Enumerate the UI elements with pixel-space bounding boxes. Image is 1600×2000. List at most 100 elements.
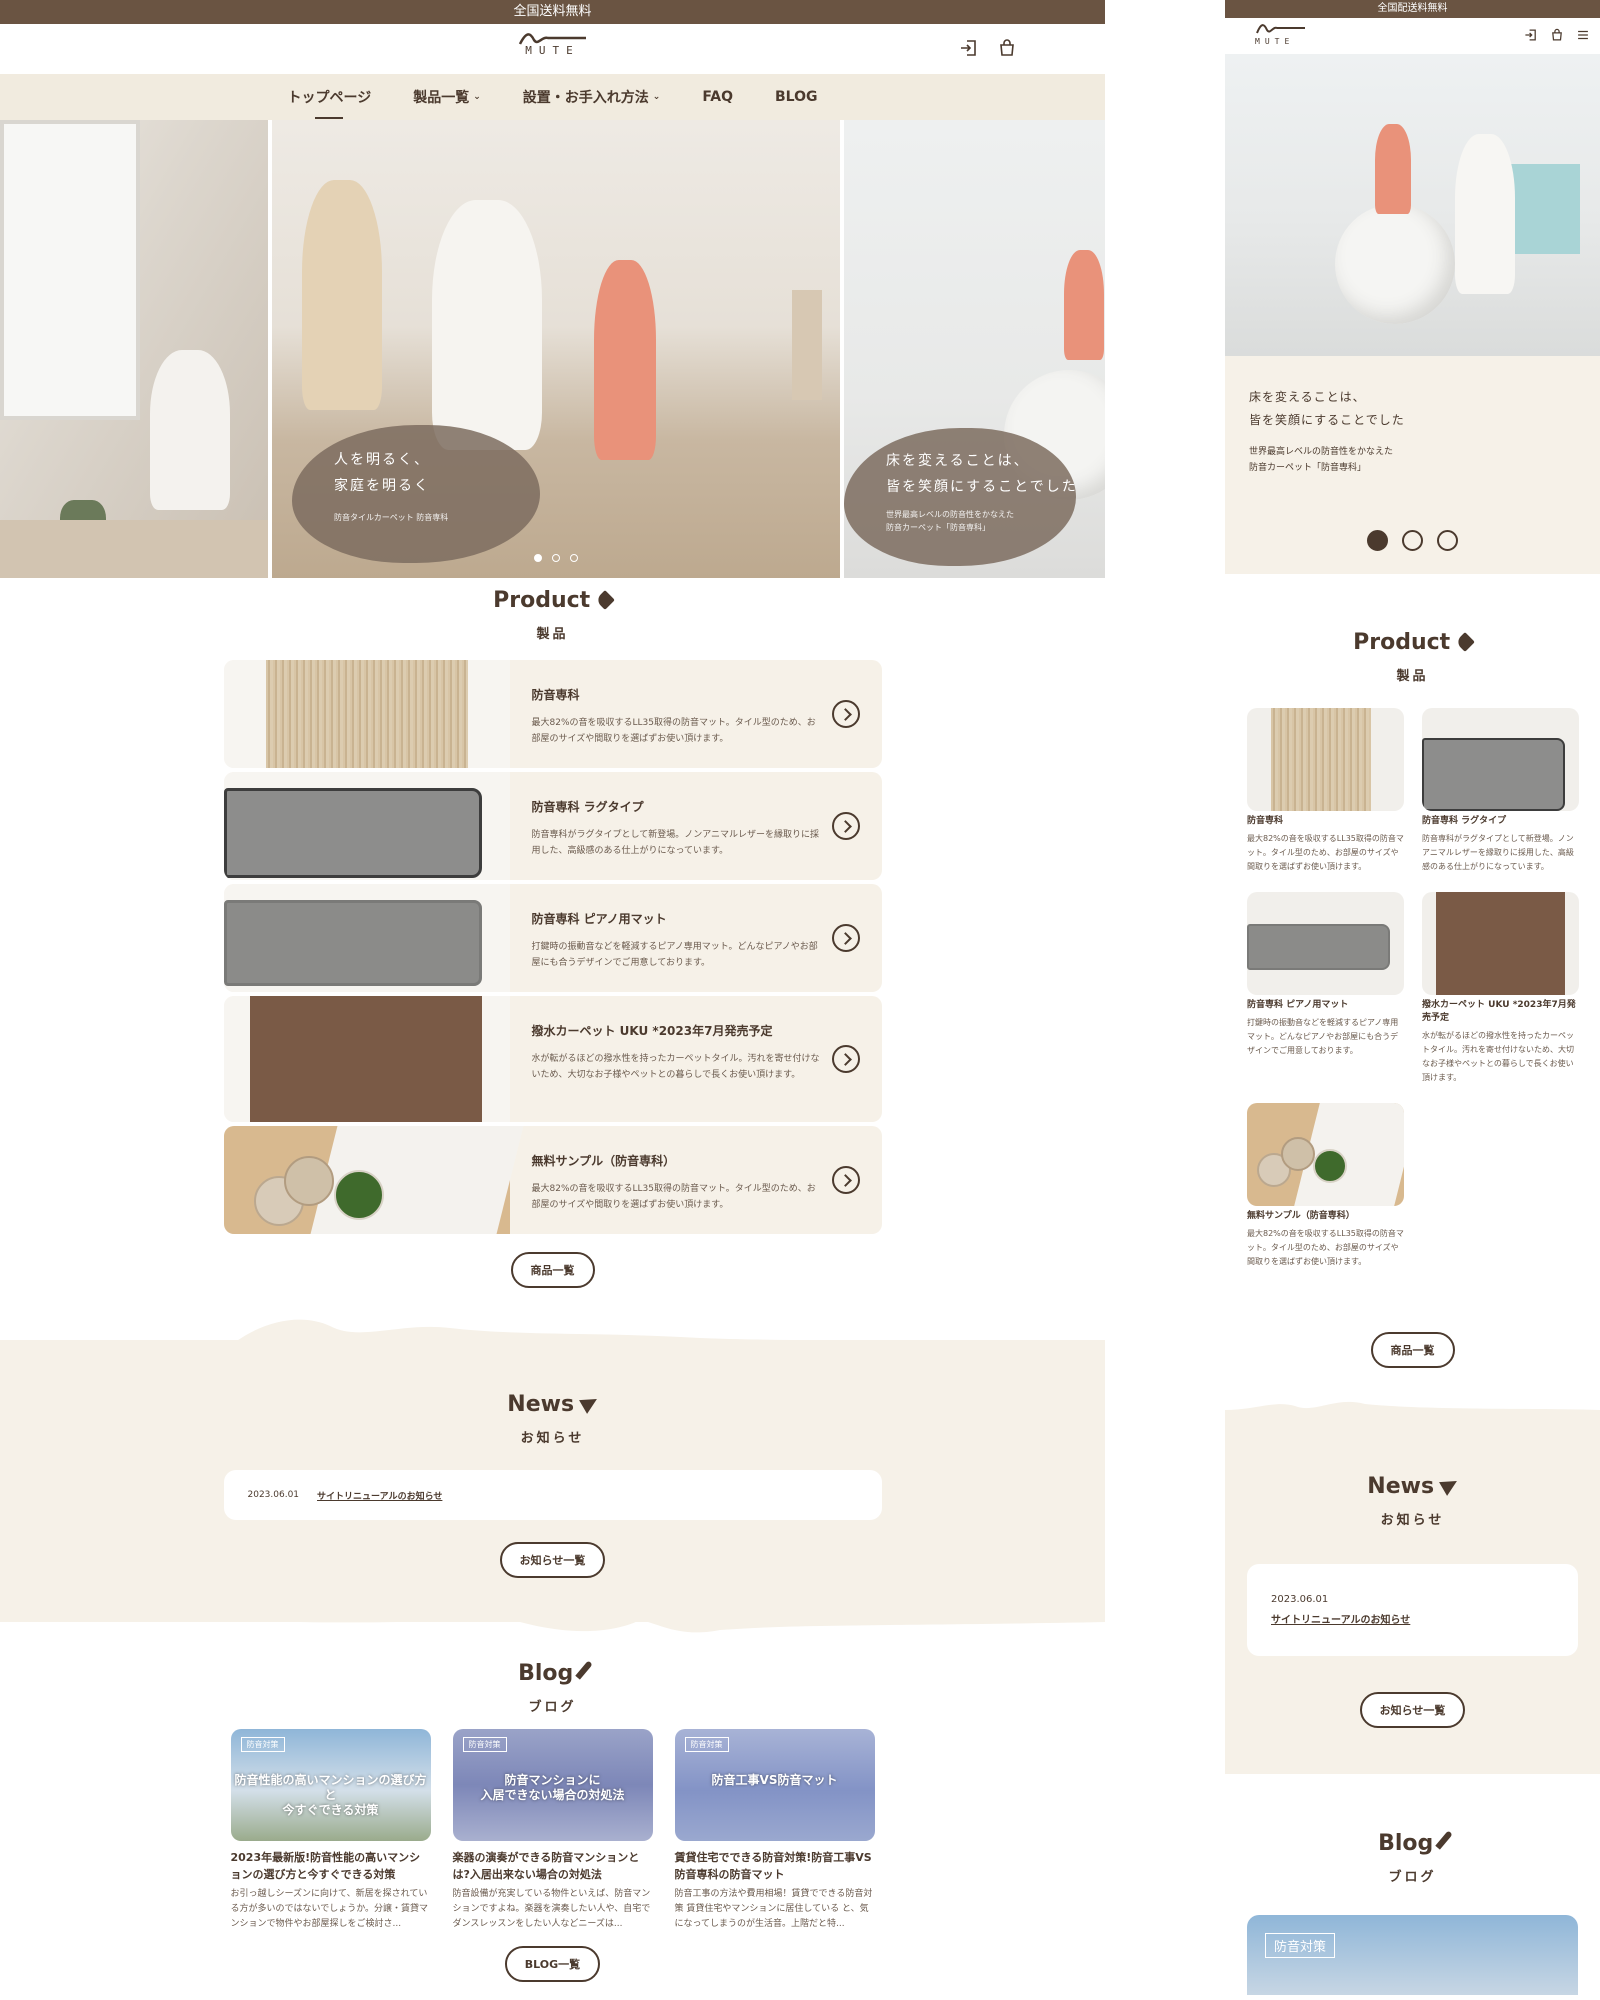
news-more-wrap: お知らせ一覧 [1225, 1692, 1600, 1728]
caption-line: 今すぐできる対策 [282, 1803, 379, 1817]
section-title-jp: 製品 [1396, 669, 1429, 684]
product-row[interactable]: 無料サンプル（防音専科） 最大82%の音を吸収するLL35取得の防音マット。タイル… [223, 1126, 882, 1234]
product-title: 防音専科 ピアノ用マット [531, 912, 667, 926]
product-title: 防音専科 [531, 688, 580, 702]
carousel-dot[interactable] [1402, 530, 1423, 551]
wave-divider-bottom [0, 1616, 1105, 1633]
carousel-dot[interactable] [1367, 530, 1388, 551]
nav-item-faq[interactable]: FAQ [702, 89, 733, 105]
hero-copy-left: 人を明るく、 家庭を明るく 防音タイルカーペット 防音専科 [292, 425, 540, 563]
brand-name: MUTE [1255, 37, 1295, 46]
arrow-right-icon[interactable] [831, 924, 860, 952]
nav-item-blog[interactable]: BLOG [775, 89, 818, 105]
news-item: 2023.06.01 サイトリニューアルのお知らせ [223, 1470, 882, 1520]
news-section: News お知らせ 2023.06.01 サイトリニューアルのお知らせ お知らせ… [1225, 1401, 1600, 1774]
login-icon[interactable] [1524, 28, 1538, 42]
product-row[interactable]: 防音専科 ラグタイプ防音専科がラグタイプとして新登場。ノンアニマルレザーを縁取り… [223, 772, 882, 880]
blog-card-desc: お引っ越しシーズンに向けて、新居を探されている方が多いのではないでしょうか。分譲… [230, 1889, 429, 1929]
blog-tag: 防音対策 [684, 1737, 729, 1752]
product-image [1247, 1103, 1404, 1206]
hero-sub: 世界最高レベルの防音性をかなえた 防音カーペット「防音専科」 [1249, 444, 1576, 476]
carousel-dot[interactable] [534, 554, 542, 562]
hero-sub: 防音タイルカーペット 防音専科 [334, 513, 449, 522]
megaphone-icon [578, 1392, 601, 1414]
news-list-button[interactable]: お知らせ一覧 [1359, 1692, 1466, 1728]
product-card[interactable]: 撥水カーペット UKU *2023年7月発売予定 水が転がるほどの撥水性を持った… [1422, 892, 1579, 1085]
hero-sub: 世界最高レベルの防音性をかなえた 防音カーペット「防音専科」 [886, 508, 1076, 534]
nav-item-products[interactable]: 製品一覧 ⌄ [413, 87, 481, 107]
section-title-jp: ブログ [1388, 1870, 1437, 1885]
wave-divider [0, 1319, 1105, 1346]
blog-title: Blog [518, 1661, 574, 1686]
arrow-right-icon[interactable] [831, 1166, 860, 1194]
product-more-wrap: 商品一覧 [1225, 1332, 1600, 1368]
product-card[interactable]: 防音専科 ピアノ用マット 打鍵時の振動音などを軽減するピアノ専用マット。どんなピ… [1247, 892, 1404, 1085]
news-date: 2023.06.01 [247, 1490, 300, 1500]
mobile-header: MUTE [1225, 18, 1600, 54]
product-desc: 防音専科がラグタイプとして新登場。ノンアニマルレザーを縁取りに採用した、高級感の… [531, 830, 820, 856]
boy-white-figure [432, 200, 542, 450]
news-list-button[interactable]: お知らせ一覧 [499, 1542, 606, 1578]
blog-list-button[interactable]: BLOG一覧 [504, 1946, 601, 1982]
blog-card-desc: 防音工事の方法や費用相場！賃貸でできる防音対策 賃貸住宅やマンションに居住してい… [674, 1889, 873, 1929]
blog-thumb: 防音対策 防音マンションに 入居できない場合の対処法 [452, 1729, 653, 1841]
product-image [1422, 892, 1579, 995]
blog-thumb-caption: 防音性能の高いマンションの選び方と 今すぐできる対策 [231, 1773, 431, 1818]
news-link[interactable]: サイトリニューアルのお知らせ [1271, 1611, 1554, 1626]
product-card[interactable]: 防音専科 ラグタイプ 防音専科がラグタイプとして新登場。ノンアニマルレザーを縁取… [1422, 708, 1579, 874]
product-card[interactable]: 無料サンプル（防音専科） 最大82%の音を吸収するLL35取得の防音マット。タイ… [1247, 1103, 1404, 1269]
login-icon[interactable] [959, 38, 979, 58]
blog-thumb: 防音対策 防音性能の高いマンションの選び方と 今すぐできる対策 [230, 1729, 431, 1841]
arrow-right-icon[interactable] [831, 1045, 860, 1073]
hamburger-menu-icon[interactable] [1576, 28, 1590, 42]
blog-title: Blog [1378, 1831, 1434, 1856]
carousel-dot[interactable] [570, 554, 578, 562]
product-card[interactable]: 防音専科 最大82%の音を吸収するLL35取得の防音マット。タイル型のため、お部… [1247, 708, 1404, 874]
section-title-jp: ブログ [528, 1700, 577, 1715]
product-desc: 最大82%の音を吸収するLL35取得の防音マット。タイル型のため、お部屋のサイズ… [1247, 1229, 1404, 1266]
product-desc: 打鍵時の振動音などを軽減するピアノ専用マット。どんなピアノやお部屋にも合うデザイ… [1247, 1018, 1399, 1055]
product-row[interactable]: 撥水カーペット UKU *2023年7月発売予定 水が転がるほどの撥水性を持ったカ… [223, 996, 882, 1122]
hero-slide-next: 床を変えることは、 皆を笑顔にすることでした 世界最高レベルの防音性をかなえた防… [844, 120, 1105, 578]
arrow-right-icon[interactable] [831, 700, 860, 728]
product-list: 防音専科 最大82%の音を吸収するLL35取得の防音マット。タイル型のため、お部屋… [223, 660, 882, 1234]
blog-card-title: 楽器の演奏ができる防音マンションとは?入居出来ない場合の対処法 [452, 1851, 640, 1881]
carousel-dot[interactable] [552, 554, 560, 562]
blog-card[interactable]: 防音対策 [1247, 1915, 1578, 1995]
blog-card-desc: 防音設備が充実している物件といえば、防音マンションですよね。楽器を演奏したい人や… [452, 1889, 651, 1929]
blog-card[interactable]: 防音対策 防音性能の高いマンションの選び方と 今すぐできる対策 2023年最新版!… [230, 1729, 431, 1932]
window-image [0, 120, 140, 420]
mobile-hero-copy: 床を変えることは、 皆を笑顔にすることでした 世界最高レベルの防音性をかなえた防… [1225, 356, 1600, 574]
mobile-view: 全国配送料無料 MUTE 床を変えることは、 皆を笑顔にすることでした 世界最高… [1225, 0, 1600, 2000]
news-section-title: News お知らせ [1225, 1474, 1600, 1528]
cart-icon[interactable] [1550, 28, 1564, 42]
hero-carousel[interactable]: 人を明るく、 家庭を明るく 防音タイルカーペット 防音専科 床を変えることは、 … [0, 120, 1105, 578]
product-more-wrap: 商品一覧 [0, 1252, 1105, 1288]
product-list-button[interactable]: 商品一覧 [510, 1252, 595, 1288]
product-title: 防音専科 ラグタイプ [531, 800, 644, 814]
blog-card[interactable]: 防音対策 防音工事VS防音マット 賃貸住宅でできる防音対策!防音工事VS防音専科… [674, 1729, 875, 1932]
blog-card[interactable]: 防音対策 防音マンションに 入居できない場合の対処法 楽器の演奏ができる防音マンシ… [452, 1729, 653, 1932]
nav-item-top[interactable]: トップページ [287, 87, 371, 119]
product-list-button[interactable]: 商品一覧 [1370, 1332, 1455, 1368]
arrow-right-icon[interactable] [831, 812, 860, 840]
product-title: 撥水カーペット UKU *2023年7月発売予定 [531, 1024, 773, 1038]
nav-item-installation[interactable]: 設置・お手入れ方法 ⌄ [523, 87, 661, 107]
carousel-dot[interactable] [1437, 530, 1458, 551]
brand-logo[interactable]: MUTE [1255, 20, 1307, 46]
product-title: 防音専科 ピアノ用マット [1247, 1000, 1349, 1010]
hero-line-1: 床を変えることは、 [1249, 390, 1366, 404]
girl-figure [1064, 250, 1104, 360]
news-more-wrap: お知らせ一覧 [0, 1542, 1105, 1578]
section-title-jp: お知らせ [520, 1431, 585, 1446]
product-row[interactable]: 防音専科 最大82%の音を吸収するLL35取得の防音マット。タイル型のため、お部屋… [223, 660, 882, 768]
product-row[interactable]: 防音専科 ピアノ用マット 打鍵時の振動音などを軽減するピアノ専用マット。どんなピア… [223, 884, 882, 992]
cart-icon[interactable] [997, 38, 1017, 58]
product-section-title: Product 製品 [1225, 630, 1600, 684]
news-link[interactable]: サイトリニューアルのお知らせ [317, 1489, 442, 1502]
pen-icon [1435, 1830, 1453, 1850]
nav-label: 設置・お手入れ方法 [522, 90, 649, 106]
brand-logo[interactable]: MUTE [518, 32, 588, 57]
blog-more-wrap: BLOG一覧 [0, 1946, 1105, 1982]
blog-section: Blog ブログ 防音対策 防音性能の高いマンションの選び方と 今すぐできる対策 … [0, 1660, 1105, 1982]
